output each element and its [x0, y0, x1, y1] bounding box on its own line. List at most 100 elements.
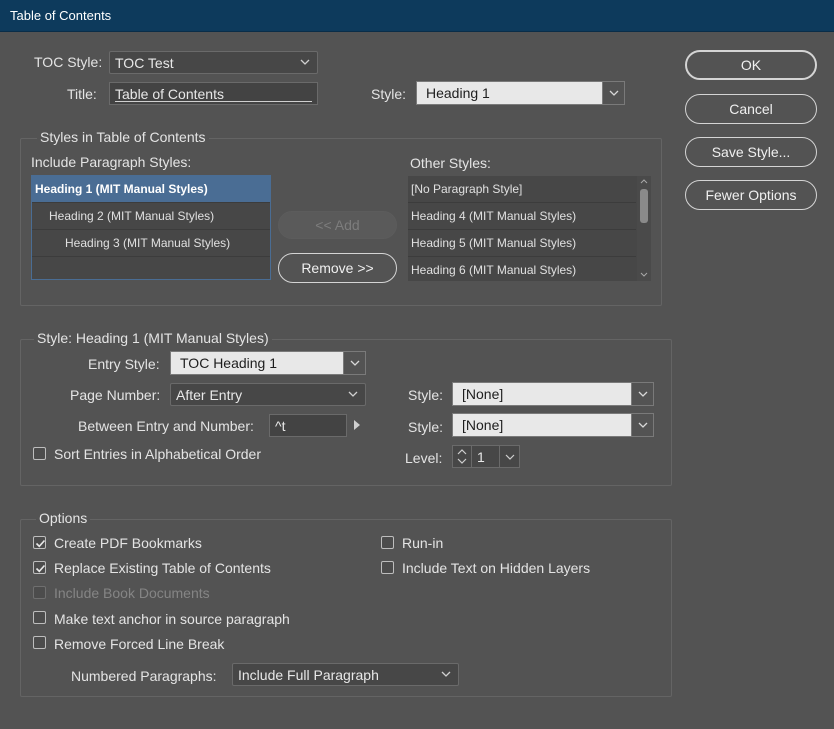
chevron-down-icon: [609, 90, 619, 96]
create-pdf-bookmarks-label: Create PDF Bookmarks: [54, 535, 202, 551]
page-number-value: After Entry: [176, 387, 243, 403]
cancel-button[interactable]: Cancel: [685, 94, 817, 124]
title-input-value: Table of Contents: [115, 86, 224, 102]
chevron-down-icon: [638, 391, 648, 397]
remove-forced-line-break-checkbox[interactable]: [33, 636, 46, 649]
title-bar: Table of Contents: [0, 0, 834, 32]
between-style-dropdown-button[interactable]: [631, 414, 653, 436]
chevron-down-icon: [638, 422, 648, 428]
title-input[interactable]: Table of Contents: [109, 82, 318, 105]
list-item[interactable]: Heading 5 (MIT Manual Styles): [408, 230, 636, 256]
entry-style-label: Entry Style:: [88, 356, 160, 372]
fewer-options-button[interactable]: Fewer Options: [685, 180, 817, 210]
page-number-style-label: Style:: [408, 387, 444, 403]
add-button[interactable]: << Add: [278, 211, 397, 239]
other-item-4: Heading 6 (MIT Manual Styles): [411, 263, 577, 277]
checkmark-icon: [35, 539, 46, 548]
remove-forced-line-break-label: Remove Forced Line Break: [54, 636, 225, 652]
between-entry-value: ^t: [275, 418, 286, 434]
run-in-label: Run-in: [402, 535, 444, 551]
make-text-anchor-label: Make text anchor in source paragraph: [54, 611, 290, 627]
chevron-down-icon[interactable]: [457, 458, 467, 465]
divider: [499, 446, 500, 467]
other-styles-label: Other Styles:: [410, 155, 491, 171]
chevron-up-icon[interactable]: [640, 178, 648, 184]
page-number-style-dropdown[interactable]: [None]: [452, 382, 654, 406]
include-item-3: Heading 3 (MIT Manual Styles): [65, 236, 231, 250]
chevron-down-icon: [300, 59, 310, 65]
make-text-anchor-checkbox[interactable]: [33, 611, 46, 624]
include-hidden-layers-checkbox[interactable]: [381, 561, 394, 574]
include-paragraph-styles-label: Include Paragraph Styles:: [31, 154, 192, 170]
entry-style-dropdown-button[interactable]: [343, 352, 365, 374]
numbered-paragraphs-value: Include Full Paragraph: [238, 667, 379, 683]
other-item-3: Heading 5 (MIT Manual Styles): [411, 236, 577, 250]
replace-existing-checkbox[interactable]: [33, 561, 46, 574]
include-item-2: Heading 2 (MIT Manual Styles): [49, 209, 215, 223]
title-style-dropdown-button[interactable]: [602, 82, 624, 104]
page-number-dropdown[interactable]: After Entry: [170, 383, 366, 406]
chevron-down-icon[interactable]: [640, 272, 648, 278]
title-style-label: Style:: [371, 86, 407, 102]
between-style-dropdown[interactable]: [None]: [452, 413, 654, 437]
list-item[interactable]: [No Paragraph Style]: [408, 176, 636, 202]
between-entry-input[interactable]: ^t: [269, 414, 347, 437]
save-style-button[interactable]: Save Style...: [685, 137, 817, 167]
list-item[interactable]: Heading 2 (MIT Manual Styles): [32, 203, 270, 229]
chevron-down-icon[interactable]: [504, 451, 516, 463]
list-item[interactable]: Heading 4 (MIT Manual Styles): [408, 203, 636, 229]
level-spin-buttons[interactable]: [453, 446, 472, 467]
page-number-style-value: [None]: [462, 386, 504, 402]
toc-style-label: TOC Style:: [34, 54, 103, 70]
options-title: Options: [36, 510, 91, 526]
sort-entries-label: Sort Entries in Alphabetical Order: [54, 446, 261, 462]
list-item[interactable]: Heading 1 (MIT Manual Styles): [32, 176, 270, 202]
chevron-down-icon: [348, 391, 358, 397]
title-style-value: Heading 1: [426, 85, 490, 101]
replace-existing-label: Replace Existing Table of Contents: [54, 560, 271, 576]
scrollbar[interactable]: [637, 176, 651, 281]
checkmark-icon: [35, 564, 46, 573]
numbered-paragraphs-dropdown[interactable]: Include Full Paragraph: [232, 663, 459, 686]
run-in-checkbox[interactable]: [381, 536, 394, 549]
scrollbar-thumb[interactable]: [640, 189, 648, 223]
title-label: Title:: [67, 86, 97, 102]
divider: [32, 256, 270, 257]
create-pdf-bookmarks-checkbox[interactable]: [33, 536, 46, 549]
caret-right-icon[interactable]: [352, 419, 362, 431]
include-book-documents-checkbox[interactable]: [33, 586, 46, 599]
other-styles-list[interactable]: [No Paragraph Style] Heading 4 (MIT Manu…: [408, 176, 651, 281]
title-input-underline: [115, 101, 312, 102]
entry-style-dropdown[interactable]: TOC Heading 1: [170, 351, 366, 375]
toc-style-dropdown[interactable]: TOC Test: [109, 51, 318, 74]
entry-style-value: TOC Heading 1: [180, 355, 278, 371]
include-styles-list[interactable]: Heading 1 (MIT Manual Styles) Heading 2 …: [31, 175, 271, 280]
list-item[interactable]: Heading 6 (MIT Manual Styles): [408, 257, 636, 283]
level-stepper[interactable]: 1: [452, 445, 520, 468]
other-item-1: [No Paragraph Style]: [411, 182, 523, 196]
include-hidden-layers-label: Include Text on Hidden Layers: [402, 560, 591, 576]
chevron-up-icon[interactable]: [457, 448, 467, 455]
between-style-value: [None]: [462, 417, 504, 433]
styles-in-toc-title: Styles in Table of Contents: [37, 129, 209, 145]
include-item-1: Heading 1 (MIT Manual Styles): [35, 182, 208, 196]
toc-style-value: TOC Test: [115, 55, 174, 71]
other-item-2: Heading 4 (MIT Manual Styles): [411, 209, 577, 223]
title-style-dropdown[interactable]: Heading 1: [416, 81, 625, 105]
include-book-documents-label: Include Book Documents: [54, 585, 210, 601]
sort-entries-checkbox[interactable]: [33, 447, 46, 460]
chevron-down-icon: [350, 360, 360, 366]
chevron-down-icon: [441, 671, 451, 677]
between-style-label: Style:: [408, 419, 444, 435]
ok-button[interactable]: OK: [685, 50, 817, 80]
numbered-paragraphs-label: Numbered Paragraphs:: [71, 668, 217, 684]
list-item[interactable]: Heading 3 (MIT Manual Styles): [32, 230, 270, 256]
level-value: 1: [477, 449, 485, 465]
page-number-style-dropdown-button[interactable]: [631, 383, 653, 405]
page-number-label: Page Number:: [70, 387, 161, 403]
window-title: Table of Contents: [10, 8, 112, 23]
level-label: Level:: [405, 450, 443, 466]
between-entry-label: Between Entry and Number:: [78, 418, 254, 434]
remove-button[interactable]: Remove >>: [278, 253, 397, 283]
style-settings-title: Style: Heading 1 (MIT Manual Styles): [34, 330, 272, 346]
